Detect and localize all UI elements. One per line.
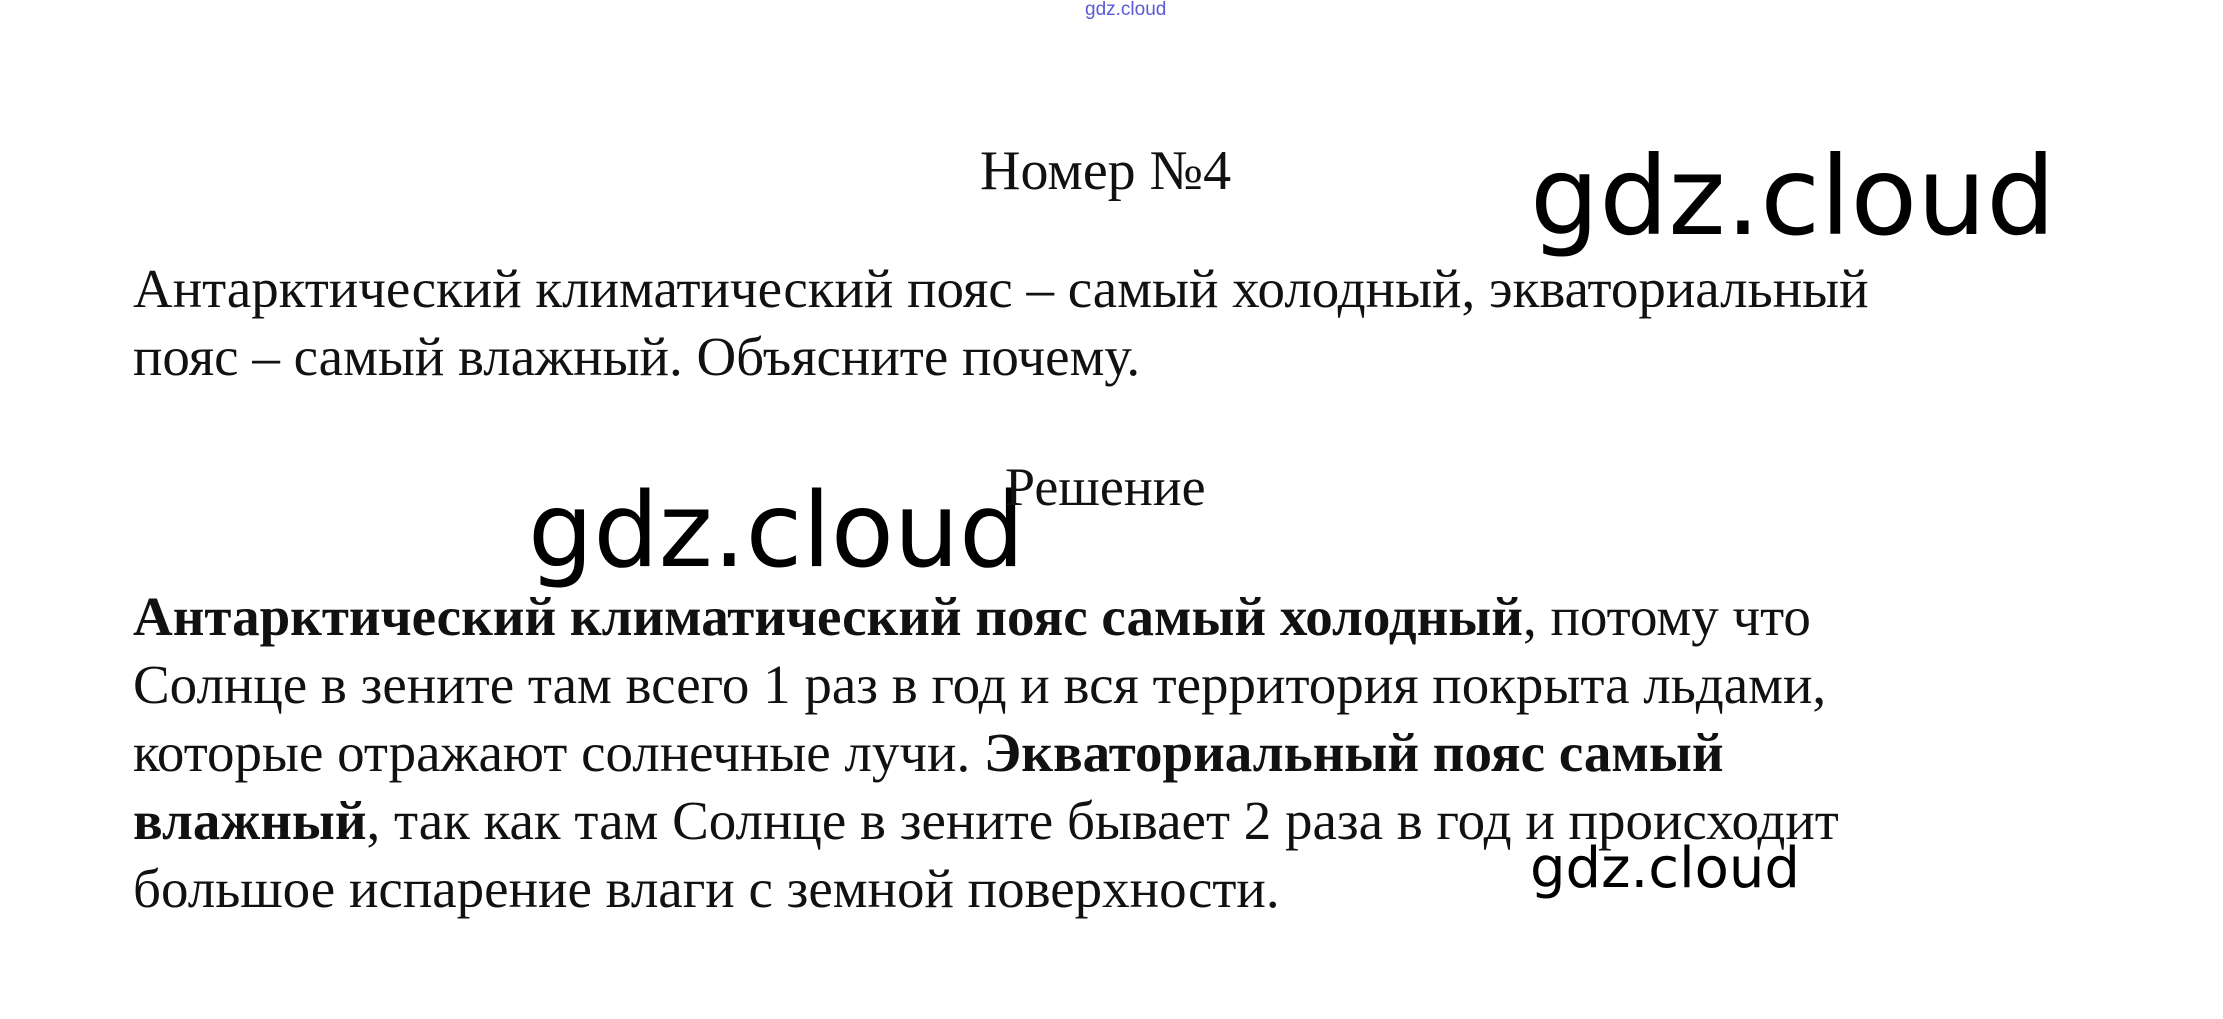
answer-text-run: , потому что [1522, 586, 1811, 647]
question-line: Антарктический климатический пояс – самы… [133, 258, 1869, 319]
site-mark-top: gdz.cloud [1085, 0, 1167, 20]
answer-bold: Экваториальный пояс самый [983, 722, 1724, 783]
page-title: Номер №4 [980, 140, 1232, 202]
solution-heading: Решение [1005, 457, 1206, 517]
watermark-logo: gdz.cloud [1530, 836, 1800, 901]
answer-bold: влажный [133, 790, 367, 851]
question-line: пояс – самый влажный. Объясните почему. [133, 326, 1141, 387]
watermark-logo: gdz.cloud [528, 471, 1025, 591]
answer-line: которые отражают солнечные лучи. Экватор… [133, 719, 2093, 787]
answer-bold: Антарктический климатический пояс самый … [133, 586, 1523, 647]
answer-text-run: которые отражают солнечные лучи. [133, 722, 984, 783]
watermark-logo: gdz.cloud [1530, 133, 2056, 260]
question-text: Антарктический климатический пояс – самы… [133, 255, 2093, 391]
answer-line: Антарктический климатический пояс самый … [133, 583, 2093, 651]
answer-line: Солнце в зените там всего 1 раз в год и … [133, 654, 1827, 715]
